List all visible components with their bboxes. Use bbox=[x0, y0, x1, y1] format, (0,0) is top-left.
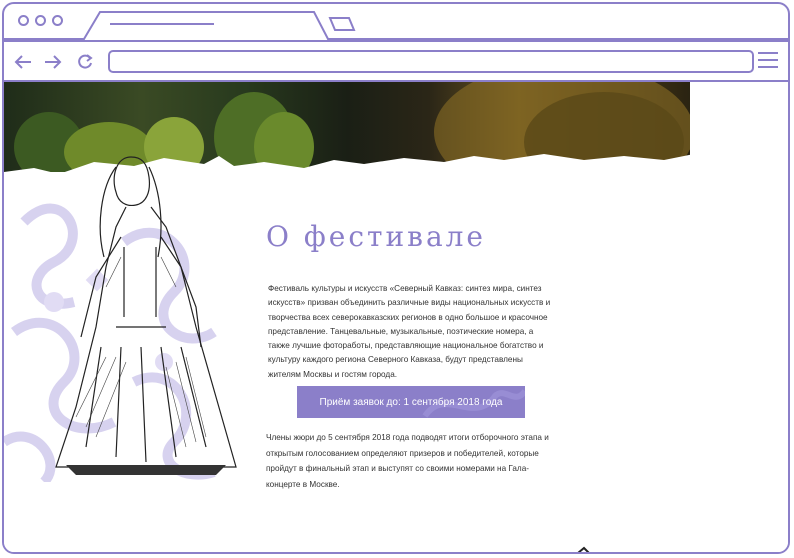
application-deadline-button[interactable]: Приём заявок до: 1 сентября 2018 года bbox=[297, 386, 525, 418]
jury-description: Члены жюри до 5 сентября 2018 года подво… bbox=[266, 433, 549, 489]
page-viewport: О фестивале Фестиваль культуры и искусст… bbox=[4, 82, 788, 552]
hamburger-icon[interactable] bbox=[758, 52, 778, 70]
address-bar[interactable] bbox=[108, 50, 754, 73]
browser-tab[interactable] bbox=[4, 4, 790, 42]
page-title: О фестивале bbox=[266, 220, 486, 253]
decorative-scribble bbox=[577, 546, 590, 552]
application-deadline-label: Приём заявок до: 1 сентября 2018 года bbox=[319, 396, 503, 408]
arrow-right-icon[interactable] bbox=[42, 51, 64, 73]
festival-description: Фестиваль культуры и искусств «Северный … bbox=[268, 284, 551, 379]
title-bar bbox=[4, 4, 788, 40]
new-tab-icon[interactable] bbox=[328, 17, 356, 31]
arrow-left-icon[interactable] bbox=[12, 51, 34, 73]
reload-icon[interactable] bbox=[74, 51, 96, 73]
browser-window: О фестивале Фестиваль культуры и искусст… bbox=[2, 2, 790, 554]
navigation-bar bbox=[4, 40, 788, 82]
woman-illustration bbox=[55, 156, 237, 475]
